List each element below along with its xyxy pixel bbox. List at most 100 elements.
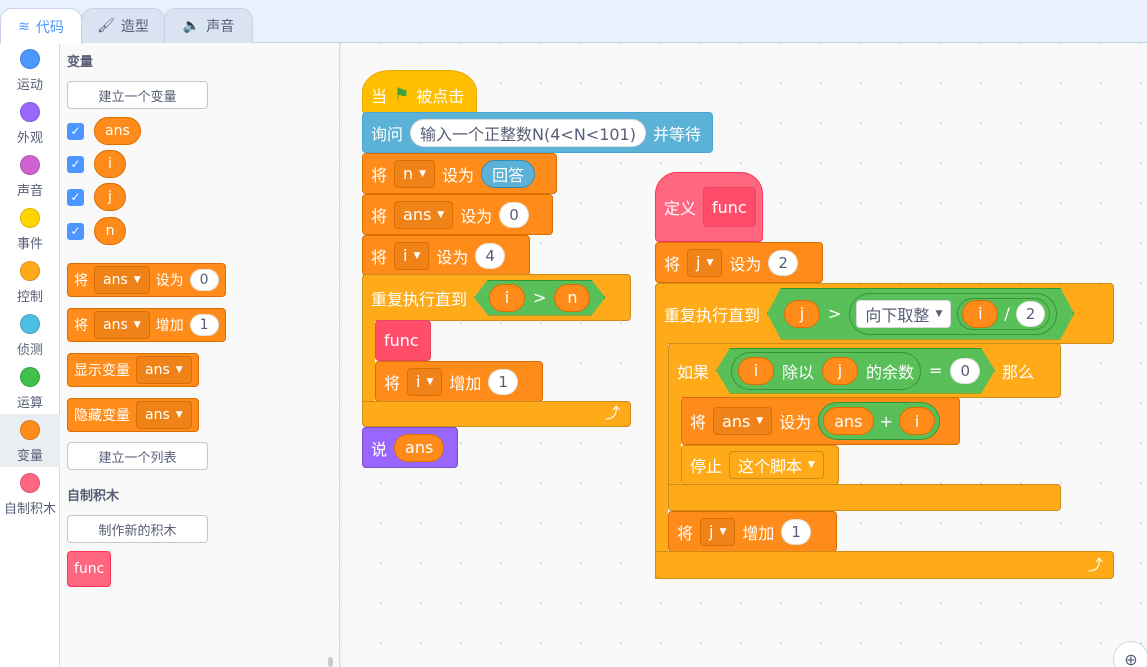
operators-dot-icon [20, 367, 40, 387]
variable-reporter-n[interactable]: n [554, 284, 590, 312]
add-operator[interactable]: ans + i [818, 402, 940, 440]
variable-dropdown[interactable]: ans ▼ [394, 200, 454, 229]
tab-sounds[interactable]: 🔈 声音 [164, 8, 253, 43]
variable-dropdown[interactable]: i ▼ [407, 367, 443, 396]
category-sensing[interactable]: 侦测 [0, 308, 60, 361]
change-j-block[interactable]: 将 j ▼ 增加 1 [668, 511, 837, 552]
zoom-in-icon[interactable]: ⊕ [1113, 641, 1147, 667]
func-prototype[interactable]: func [703, 187, 756, 227]
variable-dropdown[interactable]: ans ▼ [94, 266, 150, 294]
checkbox-j[interactable]: ✓ [67, 188, 84, 206]
mod-operator[interactable]: i 除以 j 的余数 [731, 352, 921, 390]
hide-variable-block[interactable]: 隐藏变量 ans ▼ [67, 398, 199, 432]
math-function-dropdown[interactable]: 向下取整 ▼ [856, 300, 951, 328]
variable-reporter-n[interactable]: n [94, 217, 126, 245]
value-input[interactable]: 4 [475, 242, 505, 269]
variable-dropdown[interactable]: ans ▼ [94, 311, 150, 339]
set-variable-block[interactable]: 将 ans ▼ 设为 0 [67, 263, 226, 297]
value-input[interactable]: 2 [1016, 301, 1046, 327]
variable-row-ans: ✓ ans [67, 117, 141, 145]
category-operators[interactable]: 运算 [0, 361, 60, 414]
make-list-button[interactable]: 建立一个列表 [67, 442, 208, 470]
show-variable-block[interactable]: 显示变量 ans ▼ [67, 353, 199, 387]
define-func-block[interactable]: 定义 func [655, 172, 763, 242]
equals-operator[interactable]: i 除以 j 的余数 = 0 [716, 348, 995, 394]
greater-than-operator[interactable]: j > 向下取整 ▼ i / 2 [767, 288, 1074, 340]
set-ans-sum-block[interactable]: 将 ans ▼ 设为 ans + i [681, 397, 960, 445]
make-block-button[interactable]: 制作新的积木 [67, 515, 208, 543]
ask-and-wait-block[interactable]: 询问 输入一个正整数N(4<N<101) 并等待 [362, 112, 713, 153]
block-text: 将 [677, 523, 694, 543]
tab-code[interactable]: ≋ 代码 [0, 8, 82, 44]
set-ans-block[interactable]: 将 ans ▼ 设为 0 [362, 194, 553, 235]
checkbox-ans[interactable]: ✓ [67, 122, 84, 140]
chevron-down-icon: ▼ [413, 250, 421, 261]
variable-dropdown[interactable]: j ▼ [687, 248, 723, 277]
say-block[interactable]: 说 ans [362, 427, 458, 468]
category-sound[interactable]: 声音 [0, 149, 60, 202]
category-myblocks[interactable]: 自制积木 [0, 467, 60, 520]
call-func-block[interactable]: func [375, 320, 431, 361]
variable-reporter-i[interactable]: i [898, 407, 935, 435]
change-i-block[interactable]: 将 i ▼ 增加 1 [375, 361, 543, 402]
category-looks[interactable]: 外观 [0, 96, 60, 149]
category-label: 运动 [16, 78, 43, 93]
answer-reporter[interactable]: 回答 [481, 159, 536, 188]
variable-reporter-j[interactable]: j [822, 357, 858, 385]
value-input[interactable]: 2 [768, 249, 798, 276]
change-variable-block[interactable]: 将 ans ▼ 增加 1 [67, 308, 226, 342]
block-text: 如果 [677, 362, 710, 382]
variable-dropdown[interactable]: n ▼ [394, 159, 436, 188]
set-n-block[interactable]: 将 n ▼ 设为 回答 [362, 153, 557, 194]
value-input[interactable]: 0 [499, 201, 529, 228]
checkbox-i[interactable]: ✓ [67, 155, 84, 173]
custom-block-func[interactable]: func [67, 551, 112, 587]
script-workspace[interactable]: 当 ⚑ 被点击 询问 输入一个正整数N(4<N<101) 并等待 将 n ▼ 设为… [341, 43, 1147, 667]
checkbox-n[interactable]: ✓ [67, 222, 84, 240]
category-label: 变量 [16, 449, 43, 464]
variable-reporter-ans[interactable]: ans [394, 433, 445, 462]
value-input[interactable]: 0 [950, 358, 980, 384]
tab-costumes[interactable]: 🖌 造型 [81, 8, 165, 43]
set-j-block[interactable]: 将 j ▼ 设为 2 [655, 242, 823, 283]
block-text: 重复执行直到 [664, 305, 761, 325]
category-variables[interactable]: 变量 [0, 414, 60, 467]
dropdown-value: i [416, 372, 421, 391]
make-variable-button[interactable]: 建立一个变量 [67, 81, 208, 109]
variable-dropdown[interactable]: ans ▼ [713, 407, 773, 435]
value-input[interactable]: 0 [189, 269, 219, 291]
stop-option-dropdown[interactable]: 这个脚本 ▼ [729, 451, 824, 479]
stop-block[interactable]: 停止 这个脚本 ▼ [681, 445, 839, 485]
flyout-scrollbar[interactable] [328, 657, 333, 667]
if-then-block[interactable]: 如果 i 除以 j 的余数 = 0 那么 [668, 343, 1061, 398]
category-control[interactable]: 控制 [0, 255, 60, 308]
value-input[interactable]: 1 [189, 314, 219, 336]
variable-reporter-i[interactable]: i [962, 300, 998, 328]
variable-reporter-i[interactable]: i [738, 357, 774, 385]
value-input[interactable]: 1 [488, 368, 518, 395]
variable-dropdown[interactable]: j ▼ [700, 517, 736, 546]
variable-reporter-j[interactable]: j [94, 183, 126, 211]
variable-reporter-ans[interactable]: ans [94, 117, 141, 145]
variable-dropdown[interactable]: i ▼ [394, 241, 430, 270]
repeat-until-block-1[interactable]: 重复执行直到 i > n [362, 274, 631, 321]
ask-text-input[interactable]: 输入一个正整数N(4<N<101) [410, 118, 646, 147]
when-flag-clicked-block[interactable]: 当 ⚑ 被点击 [362, 70, 477, 114]
variable-reporter-i[interactable]: i [489, 284, 525, 312]
floor-operator[interactable]: 向下取整 ▼ i / 2 [849, 293, 1057, 335]
greater-than-operator[interactable]: i > n [474, 280, 605, 316]
variable-dropdown[interactable]: ans ▼ [136, 356, 192, 384]
variable-dropdown[interactable]: ans ▼ [136, 401, 192, 429]
operator-symbol: / [1004, 304, 1010, 323]
variable-reporter-i[interactable]: i [94, 150, 126, 178]
category-events[interactable]: 事件 [0, 202, 60, 255]
set-i-block[interactable]: 将 i ▼ 设为 4 [362, 235, 530, 276]
variable-reporter-ans[interactable]: ans [823, 407, 874, 435]
value-input[interactable]: 1 [781, 518, 811, 545]
variable-reporter-j[interactable]: j [784, 300, 820, 328]
divide-operator[interactable]: i / 2 [957, 298, 1050, 330]
block-text: 设为 [436, 247, 469, 267]
repeat-until-block-2[interactable]: 重复执行直到 j > 向下取整 ▼ i / 2 [655, 283, 1114, 344]
dropdown-value: ans [103, 317, 128, 333]
category-motion[interactable]: 运动 [0, 43, 60, 96]
